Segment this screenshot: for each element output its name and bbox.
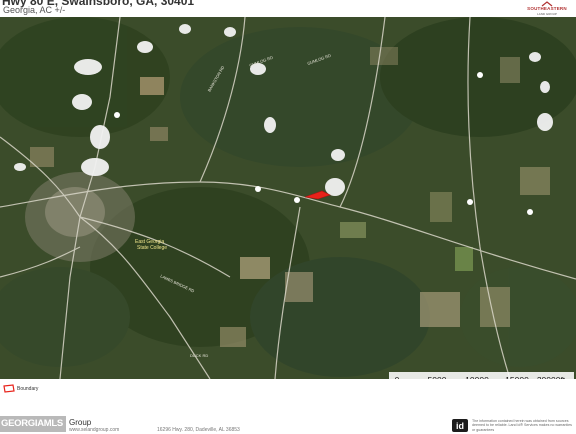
scale-label: 10000 (465, 375, 489, 379)
footer-address: 16296 Hwy. 280, Dadeville, AL 36853 (157, 427, 240, 433)
footer: GEORGIAMLS Group www.selandgroup.com 162… (0, 416, 576, 433)
footer-disclaimer: The information contained herein was obt… (472, 419, 572, 432)
land-id-logo[interactable]: id (452, 419, 468, 432)
scale-label: 0 (395, 375, 400, 379)
satellite-map[interactable]: GUMLOG RD GUMLOG RD BANKSTON RD LAMBS BR… (0, 17, 576, 379)
header: Hwy 80 E, Swainsboro, GA, 30401 Georgia,… (0, 0, 576, 17)
footer-website-link[interactable]: www.selandgroup.com (69, 427, 119, 433)
legend-boundary-label: Boundary (17, 386, 39, 392)
scale-bar: 0 5000 10000 15000 20000ft (389, 372, 574, 379)
town-label-line2: State College (137, 245, 167, 251)
scale-label: 20000ft (537, 375, 565, 379)
page-subtitle: Georgia, AC +/- (3, 5, 66, 15)
georgia-mls-logo-text: GEORGIAMLS (1, 418, 63, 429)
footer-group-label: Group (69, 418, 92, 427)
boundary-swatch-icon (3, 384, 15, 393)
brand-name: SOUTHEASTERN (527, 6, 567, 11)
scale-label: 15000 (505, 375, 529, 379)
road-label: DUCK RD (190, 353, 208, 358)
georgia-mls-logo[interactable]: GEORGIAMLS (0, 416, 66, 432)
map-imagery: GUMLOG RD GUMLOG RD BANKSTON RD LAMBS BR… (0, 17, 576, 379)
scale-label: 5000 (428, 375, 447, 379)
scale-labels: 0 5000 10000 15000 20000ft (389, 375, 574, 379)
brand-tagline: LAND GROUP (537, 12, 557, 16)
brand-logo[interactable]: SOUTHEASTERN LAND GROUP (520, 1, 574, 16)
